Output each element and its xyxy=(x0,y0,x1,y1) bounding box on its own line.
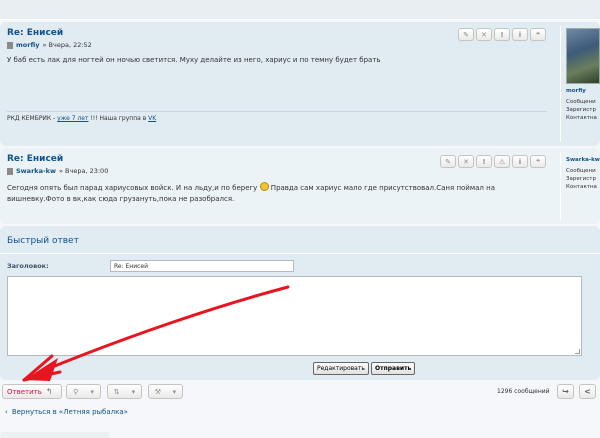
resize-handle-icon[interactable] xyxy=(575,349,580,354)
sort-icon: ⇅ xyxy=(113,387,120,396)
profile-contacts[interactable]: Контактна xyxy=(566,114,600,122)
avatar[interactable] xyxy=(566,28,600,84)
send-button[interactable]: Отправить xyxy=(371,362,416,375)
back-link-label: Вернуться в «Летняя рыбалка» xyxy=(11,408,128,416)
post-content: Сегодня опять был парад хариусовых войск… xyxy=(7,182,527,205)
subject-input[interactable] xyxy=(110,260,294,272)
post-actions: ✎ ✕ ! ⚠ i ❝ xyxy=(440,155,546,168)
post-1: Re: Енисей morfiy » Вчера, 22:52 У баб е… xyxy=(0,22,600,146)
subject-label: Заголовок: xyxy=(7,262,49,270)
signature-middle: !!! Наша группа в xyxy=(88,115,149,122)
chevron-left-icon: ‹ xyxy=(5,408,8,416)
info-post-button[interactable]: i xyxy=(512,155,528,168)
profile-divider xyxy=(560,152,561,220)
report-post-button[interactable]: ! xyxy=(494,28,510,41)
reply-button[interactable]: Ответить ↰ xyxy=(2,384,62,399)
sort-options-button[interactable]: ⇅ ▾ xyxy=(107,384,142,399)
next-topic-button[interactable]: ↪ xyxy=(557,384,574,399)
signature: РКД КЕМБРИК - уже 7 лет !!! Наша группа … xyxy=(7,115,156,122)
quote-post-button[interactable]: ❝ xyxy=(530,28,546,41)
topic-tools-button[interactable]: ⚲ ▾ xyxy=(66,384,101,399)
profile-contacts[interactable]: Контактна xyxy=(566,183,600,191)
edit-post-button[interactable]: ✎ xyxy=(440,155,456,168)
post-author[interactable]: morfiy xyxy=(16,41,40,49)
post-meta: morfiy » Вчера, 22:52 xyxy=(7,41,92,49)
profile-divider xyxy=(560,26,561,142)
reply-label: Ответить xyxy=(7,387,42,396)
chevron-down-icon: ▾ xyxy=(172,387,177,396)
delete-post-button[interactable]: ✕ xyxy=(476,28,492,41)
signature-link-vk[interactable]: VK xyxy=(148,115,156,122)
post-content: У баб есть лак для ногтей он ночью свети… xyxy=(7,56,381,64)
post-title[interactable]: Re: Енисей xyxy=(7,28,63,38)
quick-reply-title: Быстрый ответ xyxy=(7,236,79,246)
post-profile: Swarka-kw Сообщени Зарегистр Контактна xyxy=(566,156,600,191)
moderator-tools-button[interactable]: ⚒ ▾ xyxy=(148,384,183,399)
edit-post-button[interactable]: ✎ xyxy=(458,28,474,41)
quick-reply-panel: Быстрый ответ Заголовок: Редактировать О… xyxy=(0,226,600,380)
smiley-icon xyxy=(259,182,269,191)
profile-messages: Сообщени xyxy=(566,99,596,105)
reply-arrow-icon: ↰ xyxy=(45,387,53,396)
signature-divider xyxy=(7,111,547,112)
profile-messages: Сообщени xyxy=(566,168,596,174)
post-icon[interactable] xyxy=(7,167,13,175)
back-to-forum-link[interactable]: ‹ Вернуться в «Летняя рыбалка» xyxy=(5,408,128,416)
post-icon[interactable] xyxy=(7,41,13,49)
delete-post-button[interactable]: ✕ xyxy=(458,155,474,168)
profile-registered: Зарегистр xyxy=(566,107,596,113)
post-profile: morfiy Сообщени Зарегистр Контактна xyxy=(566,28,600,122)
post-text-part1: Сегодня опять был парад хариусовых войск… xyxy=(7,184,258,192)
info-post-button[interactable]: i xyxy=(512,28,528,41)
post-meta: Swarka-kw » Вчера, 23:00 xyxy=(7,167,108,175)
post-time: » Вчера, 23:00 xyxy=(59,167,109,175)
hammer-icon: ⚒ xyxy=(154,387,162,396)
post-actions: ✎ ✕ ! i ❝ xyxy=(458,28,546,41)
profile-name[interactable]: Swarka-kw xyxy=(566,156,600,164)
report-post-button[interactable]: ! xyxy=(476,155,492,168)
message-textarea[interactable] xyxy=(7,276,582,356)
message-count: 1296 сообщений xyxy=(497,388,550,395)
signature-prefix: РКД КЕМБРИК - xyxy=(7,115,58,122)
profile-name[interactable]: morfiy xyxy=(566,87,600,95)
wrench-icon: ⚲ xyxy=(73,387,79,396)
topic-action-bar: Ответить ↰ ⚲ ▾ ⇅ ▾ ⚒ ▾ 1296 сообщений ↪ … xyxy=(0,384,600,400)
signature-link-years[interactable]: уже 7 лет xyxy=(57,115,88,122)
post-2: Re: Енисей Swarka-kw » Вчера, 23:00 Сего… xyxy=(0,148,600,224)
profile-registered: Зарегистр xyxy=(566,176,596,182)
post-author[interactable]: Swarka-kw xyxy=(16,167,56,175)
profile-info: Сообщени Зарегистр Контактна xyxy=(566,98,600,122)
quote-post-button[interactable]: ❝ xyxy=(530,155,546,168)
post-time: » Вчера, 22:52 xyxy=(42,41,92,49)
chevron-down-icon: ▾ xyxy=(131,387,136,396)
previous-post-fragment xyxy=(0,0,600,20)
prev-page-button[interactable]: < xyxy=(579,384,596,399)
quick-reply-divider xyxy=(0,253,600,254)
post-title[interactable]: Re: Енисей xyxy=(7,154,63,164)
warn-post-button[interactable]: ⚠ xyxy=(494,155,510,168)
profile-info: Сообщени Зарегистр Контактна xyxy=(566,167,600,191)
edit-full-button[interactable]: Редактировать xyxy=(313,362,369,375)
bottom-fragment xyxy=(0,432,110,438)
chevron-down-icon: ▾ xyxy=(90,387,94,396)
